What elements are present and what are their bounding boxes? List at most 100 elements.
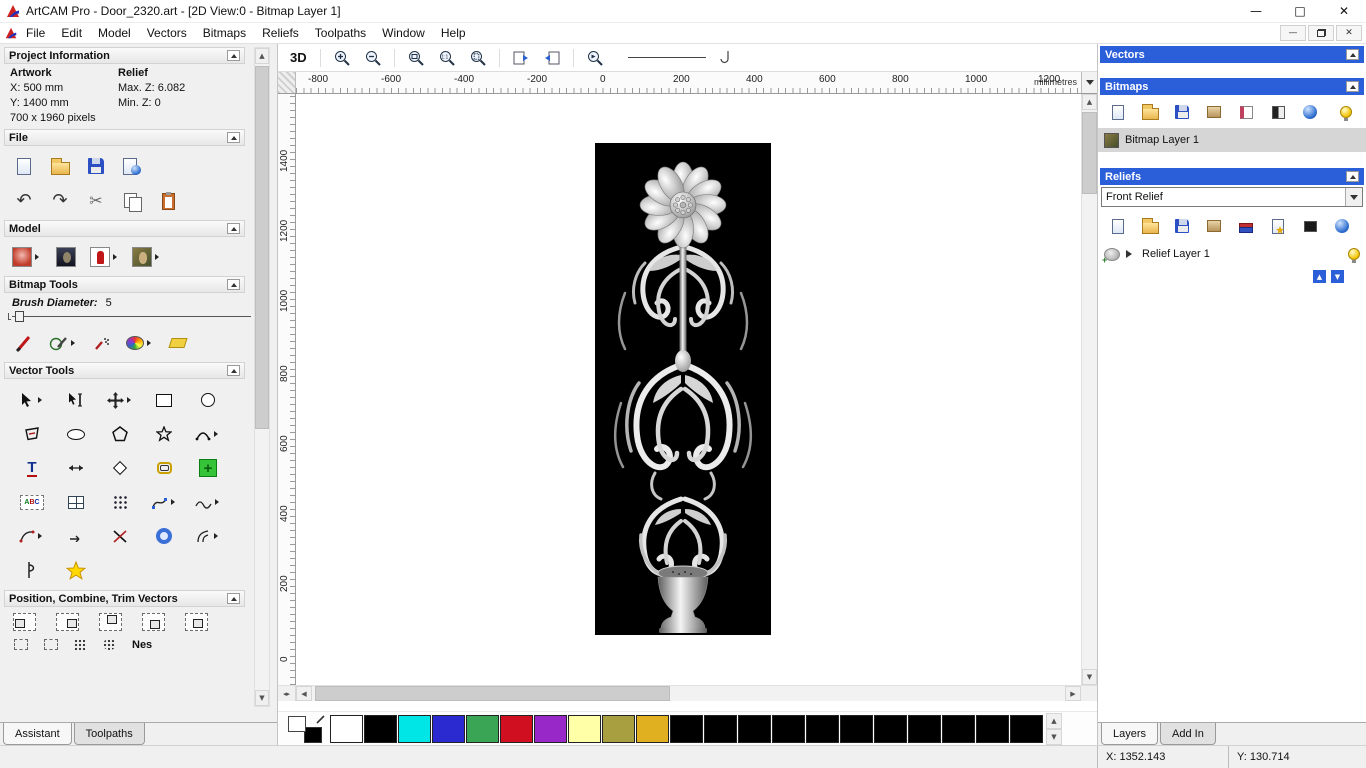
palette-swatch-10[interactable] [670,714,703,743]
arc-tool-icon[interactable] [186,421,230,447]
tab-toolpaths[interactable]: Toolpaths [73,723,145,745]
open-bitmap-icon[interactable] [1138,99,1162,125]
zoom-in-icon[interactable] [330,45,354,71]
align-centre-icon[interactable] [184,609,208,635]
palette-swatch-12[interactable] [738,714,771,743]
drawing-canvas[interactable] [296,94,1081,685]
section-profile-icon[interactable] [10,557,54,583]
project-information-collapse-button[interactable] [227,50,240,61]
new-bitmap-icon[interactable] [1106,99,1130,125]
palette-swatch-14[interactable] [806,714,839,743]
blend-spans-icon[interactable] [186,489,230,515]
select-vectors-icon[interactable] [10,387,54,413]
wrap-star-icon[interactable] [54,557,98,583]
zoom-1to1-icon[interactable]: 1:1 [435,45,459,71]
save-model-icon[interactable] [84,153,108,179]
colour-palette-icon[interactable] [126,330,154,356]
vector-tools-collapse-button[interactable] [227,365,240,376]
polygon-tool-icon[interactable] [98,421,142,447]
bitmap-image-icon[interactable] [132,244,162,270]
palette-swatch-20[interactable] [1010,714,1043,743]
pan-right-icon[interactable] [540,45,564,71]
palette-swatch-5[interactable] [500,714,533,743]
sculpt-icon[interactable] [90,244,120,270]
artwork-image[interactable] [595,143,771,635]
mdi-restore-button[interactable] [1308,25,1334,41]
preview-model-icon[interactable] [54,244,78,270]
relief-combobox[interactable]: Front Relief [1101,187,1363,207]
canvas-vertical-scrollbar[interactable]: ▲ ▼ [1081,94,1097,685]
palette-swatch-16[interactable] [874,714,907,743]
calculate-icon[interactable] [1298,213,1322,239]
palette-swatch-17[interactable] [908,714,941,743]
tab-assistant[interactable]: Assistant [3,723,72,745]
palette-swatch-4[interactable] [466,714,499,743]
paint-brush-icon[interactable] [12,330,36,356]
minimize-button[interactable]: — [1234,0,1278,22]
primary-secondary-colour-widget[interactable] [286,714,326,744]
layer-stack-icon[interactable] [1234,213,1258,239]
bitmap-visibility-bulb-icon[interactable] [1334,99,1358,125]
canvas-scroll-right-button[interactable]: ▶ [1065,686,1081,701]
align-bottom-icon[interactable] [141,609,165,635]
zoom-previous-icon[interactable] [583,45,607,71]
relief-layer-expander-icon[interactable] [1126,250,1136,258]
new-from-relief-icon[interactable] [1266,213,1290,239]
slider-handle[interactable] [15,311,24,322]
brush-diameter-slider[interactable] [8,309,267,323]
block-paste-icon[interactable] [98,489,142,515]
contrast-icon[interactable] [1266,99,1290,125]
bitmap-tools-collapse-button[interactable] [227,279,240,290]
texture-icon[interactable] [1202,99,1226,125]
weld-vectors-icon[interactable] [142,523,186,549]
menu-edit[interactable]: Edit [53,24,90,42]
copy-rotate-icon[interactable] [103,639,116,650]
bitmap-layer-row[interactable]: Bitmap Layer 1 [1098,128,1366,152]
mdi-close-button[interactable]: ✕ [1336,25,1362,41]
align-left-icon[interactable] [12,609,36,635]
relief-layer-bulb-icon[interactable] [1348,248,1360,263]
reverse-vectors-icon[interactable] [54,523,98,549]
palette-swatch-2[interactable] [398,714,431,743]
canvas-horizontal-scrollbar[interactable]: ◀ ▶ [296,686,1081,701]
spray-icon[interactable] [90,330,114,356]
close-button[interactable]: ✕ [1322,0,1366,22]
menu-help[interactable]: Help [433,24,474,42]
palette-scrollbar[interactable]: ▲ ▼ [1046,712,1062,745]
move-layer-down-button[interactable]: ▼ [1331,270,1344,283]
palette-swatch-15[interactable] [840,714,873,743]
notes-icon[interactable] [156,188,180,214]
menu-reliefs[interactable]: Reliefs [254,24,307,42]
star-tool-icon[interactable] [142,421,186,447]
block-copy-icon[interactable] [14,639,28,650]
rectangle-tool-icon[interactable] [142,387,186,413]
palette-swatch-9[interactable] [636,714,669,743]
menu-file[interactable]: File [18,24,53,42]
menu-bitmaps[interactable]: Bitmaps [195,24,254,42]
canvas-v-scroll-thumb[interactable] [1082,112,1097,194]
open-model-icon[interactable] [48,153,72,179]
canvas-h-scroll-thumb[interactable] [315,686,670,701]
texture-relief-icon[interactable] [1202,213,1226,239]
arc-fit-icon[interactable] [10,523,54,549]
paste-vectors-icon[interactable]: + [186,455,230,481]
text-block-icon[interactable]: ABC [10,489,54,515]
ellipse-tool-icon[interactable] [54,421,98,447]
open-relief-icon[interactable] [1138,213,1162,239]
grid-icon[interactable] [54,489,98,515]
canvas-scroll-up-button[interactable]: ▲ [1082,94,1097,110]
save-relief-icon[interactable] [1170,213,1194,239]
nest-vectors-icon[interactable]: Nes [132,639,152,651]
copy-paste-icon[interactable] [120,188,144,214]
menu-vectors[interactable]: Vectors [139,24,195,42]
switch-3d-view-button[interactable]: 3D [286,49,311,66]
palette-scroll-down-button[interactable]: ▼ [1046,728,1062,745]
palette-swatch-7[interactable] [568,714,601,743]
join-vectors-icon[interactable] [186,523,230,549]
scroll-up-button[interactable]: ▲ [255,48,269,64]
align-right-icon[interactable] [55,609,79,635]
palette-swatch-1[interactable] [364,714,397,743]
menu-model[interactable]: Model [90,24,139,42]
draw-icon[interactable] [48,330,78,356]
export-3d-icon[interactable] [120,153,144,179]
